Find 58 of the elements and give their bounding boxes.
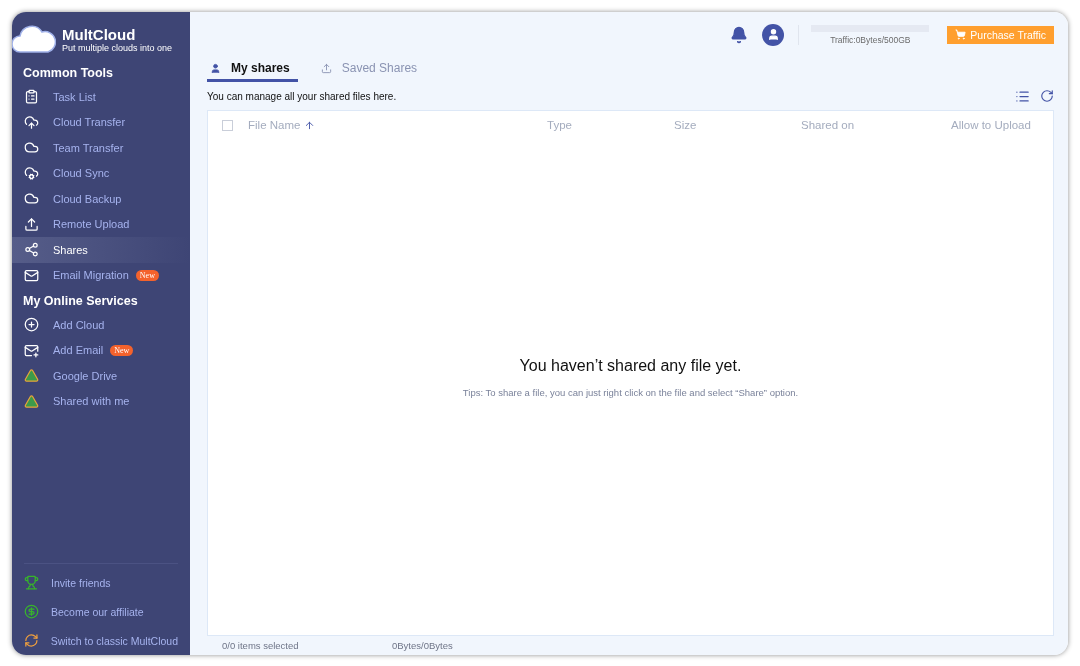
user-icon [210,62,221,74]
column-header[interactable]: Shared on [801,119,855,131]
sidebar-item[interactable]: Team Transfer [12,135,190,161]
bell-icon[interactable] [730,25,749,44]
share-icon [24,242,39,258]
sidebar-item[interactable]: Email Migration New [12,262,190,288]
tab[interactable]: Saved Shares [317,57,426,82]
select-all-checkbox[interactable] [222,119,233,131]
upload-icon [320,62,332,74]
footer-link[interactable]: Switch to classic MultCloud [24,626,178,655]
brand-name: MultCloud [62,25,137,43]
sidebar-item[interactable]: Cloud Sync [12,160,190,186]
sidebar-item[interactable]: Add Cloud [12,312,190,338]
cloud-icon [24,140,39,156]
dollar-icon [24,604,39,619]
mail-plus-icon [24,342,39,358]
cloud-sync-icon [24,165,39,181]
cloud-logo-icon [12,24,56,54]
column-header[interactable]: Allow to Upload [951,119,1031,131]
section-title: Common Tools [22,65,115,82]
selection-count: 0/0 items selected [222,640,300,651]
cloud-icon [24,191,39,207]
sidebar-item[interactable]: Shared with me [12,388,190,414]
column-header[interactable]: Size [674,119,697,131]
refresh-icon[interactable] [1040,88,1054,103]
sidebar-item[interactable]: Task List [12,84,190,110]
section-title: My Online Services [22,293,139,310]
sidebar-item[interactable]: Remote Upload [12,211,190,237]
sidebar-item[interactable]: Cloud Backup [12,186,190,212]
footer-link[interactable]: Invite friends [24,568,178,597]
column-header[interactable]: Type [547,119,572,131]
column-header[interactable]: File Name [248,119,301,131]
empty-tip: Tips: To share a file, you can just right click on the file and select “Share” option. [462,386,799,398]
sidebar-item[interactable]: Add Email New [12,337,190,363]
trophy-icon [24,575,39,590]
mail-icon [24,267,39,283]
plus-icon [24,317,39,333]
triangle-icon [24,368,39,384]
tab[interactable]: My shares [207,57,298,82]
footer-link[interactable]: Become our affiliate [24,597,178,626]
traffic-label: Traffic:0Bytes/500GB [830,34,911,45]
avatar[interactable] [762,23,785,46]
upload-icon [24,216,39,232]
brand-tagline: Put multiple clouds into one [62,42,173,53]
new-badge: New [135,269,159,281]
list-view-icon[interactable] [1015,88,1030,104]
sort-arrow-icon[interactable] [304,119,316,131]
description-text: You can manage all your shared files here. [207,90,397,102]
size-summary: 0Bytes/0Bytes [392,640,453,651]
sidebar-item[interactable]: Google Drive [12,363,190,389]
new-badge: New [110,344,134,356]
cloud-arrow-icon [24,114,39,130]
task-list-icon [24,89,39,105]
cart-icon [955,29,967,40]
sidebar-item[interactable]: Cloud Transfer [12,109,190,135]
refresh-icon [24,633,39,648]
empty-title: You haven’t shared any file yet. [519,356,742,375]
triangle-icon [24,393,39,409]
